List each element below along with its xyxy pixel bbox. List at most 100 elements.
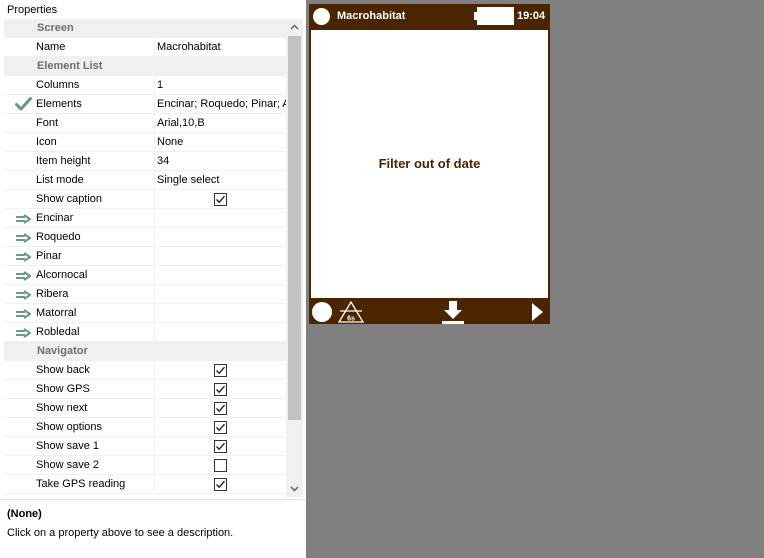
- property-name: Item height: [36, 155, 91, 167]
- arrow-icon: [16, 233, 32, 243]
- property-row-show-back[interactable]: Show back: [4, 361, 286, 380]
- properties-title: Properties: [7, 4, 58, 16]
- property-row-elements[interactable]: Elements Encinar; Roquedo; Pinar; A: [4, 95, 286, 114]
- column-separator: [154, 475, 155, 494]
- row-margin: [4, 247, 32, 266]
- property-row-matorral[interactable]: Matorral: [4, 304, 286, 323]
- checkmark-icon: [216, 195, 226, 204]
- property-row-show-save-1[interactable]: Show save 1: [4, 437, 286, 456]
- row-margin: [4, 323, 32, 342]
- property-row-pinar[interactable]: Pinar: [4, 247, 286, 266]
- row-margin: [4, 437, 32, 456]
- column-separator: [154, 418, 155, 437]
- description-pane: (None) Click on a property above to see …: [0, 499, 306, 558]
- row-margin: [4, 171, 32, 190]
- arrow-icon: [16, 214, 32, 224]
- property-checkbox[interactable]: [214, 383, 227, 396]
- category-navigator[interactable]: Navigator: [4, 342, 286, 361]
- gps-interval-label: 6s: [347, 316, 355, 323]
- back-circle-icon[interactable]: [312, 302, 332, 322]
- row-margin: [4, 209, 32, 228]
- row-margin: [4, 133, 32, 152]
- property-name: Roquedo: [36, 231, 81, 243]
- property-row-roquedo[interactable]: Roquedo: [4, 228, 286, 247]
- property-checkbox[interactable]: [214, 193, 227, 206]
- property-checkbox[interactable]: [214, 364, 227, 377]
- row-margin: [4, 380, 32, 399]
- property-row-show-gps[interactable]: Show GPS: [4, 380, 286, 399]
- row-margin: [4, 57, 32, 76]
- property-row-show-options[interactable]: Show options: [4, 418, 286, 437]
- property-row-show-save-2[interactable]: Show save 2: [4, 456, 286, 475]
- filter-message: Filter out of date: [378, 156, 481, 171]
- row-margin: [4, 228, 32, 247]
- property-row-name[interactable]: Name Macrohabitat: [4, 38, 286, 57]
- property-row-show-caption[interactable]: Show caption: [4, 190, 286, 209]
- property-name: Show back: [36, 364, 90, 376]
- property-name: Name: [36, 41, 66, 53]
- category-element-list[interactable]: Element List: [4, 57, 286, 76]
- property-value[interactable]: Macrohabitat: [157, 41, 286, 54]
- checkmark-icon: [216, 442, 226, 451]
- property-checkbox[interactable]: [214, 402, 227, 415]
- property-checkbox[interactable]: [214, 440, 227, 453]
- row-margin: [4, 38, 32, 57]
- save-icon[interactable]: [441, 300, 465, 324]
- checkmark-icon: [216, 423, 226, 432]
- property-name: List mode: [36, 174, 84, 186]
- scroll-up-icon[interactable]: [290, 23, 299, 32]
- row-margin: [4, 95, 32, 114]
- property-name: Show next: [36, 402, 88, 414]
- property-name: Icon: [36, 136, 57, 148]
- property-row-robledal[interactable]: Robledal: [4, 323, 286, 342]
- property-row-font[interactable]: Font Arial,10,B: [4, 114, 286, 133]
- row-margin: [4, 304, 32, 323]
- property-row-show-next[interactable]: Show next: [4, 399, 286, 418]
- property-checkbox[interactable]: [214, 459, 227, 472]
- arrow-icon: [16, 309, 32, 319]
- category-label: Screen: [37, 22, 74, 34]
- property-row-item-height[interactable]: Item height 34: [4, 152, 286, 171]
- checkmark-icon: [216, 404, 226, 413]
- scroll-down-icon[interactable]: [290, 484, 299, 493]
- row-margin: [4, 475, 32, 494]
- next-arrow-icon[interactable]: [531, 302, 544, 322]
- check-icon: [15, 97, 32, 111]
- property-row-icon[interactable]: Icon None: [4, 133, 286, 152]
- checkmark-icon: [216, 366, 226, 375]
- property-value[interactable]: None: [157, 136, 286, 149]
- category-screen[interactable]: Screen: [4, 19, 286, 38]
- property-value[interactable]: 1: [157, 79, 286, 92]
- column-separator: [154, 456, 155, 475]
- column-separator: [154, 304, 155, 323]
- column-separator: [154, 171, 155, 190]
- scrollbar-thumb[interactable]: [288, 36, 301, 420]
- property-value[interactable]: Single select: [157, 174, 286, 187]
- row-margin: [4, 342, 32, 361]
- property-row-alcornocal[interactable]: Alcornocal: [4, 266, 286, 285]
- property-row-encinar[interactable]: Encinar: [4, 209, 286, 228]
- property-row-take-gps-reading[interactable]: Take GPS reading: [4, 475, 286, 494]
- property-name: Show options: [36, 421, 103, 433]
- property-value[interactable]: 34: [157, 155, 286, 168]
- arrow-icon: [16, 290, 32, 300]
- circle-menu-icon[interactable]: [313, 8, 330, 25]
- property-name: Matorral: [36, 307, 77, 319]
- row-margin: [4, 266, 32, 285]
- gps-icon[interactable]: 6s: [338, 301, 364, 323]
- column-separator: [154, 228, 155, 247]
- property-grid-scrollbar[interactable]: [286, 19, 303, 497]
- property-value[interactable]: Encinar; Roquedo; Pinar; A: [157, 98, 286, 111]
- device-title: Macrohabitat: [337, 10, 406, 22]
- property-value[interactable]: Arial,10,B: [157, 117, 286, 130]
- column-separator: [154, 95, 155, 114]
- column-separator: [154, 190, 155, 209]
- property-checkbox[interactable]: [214, 478, 227, 491]
- row-margin: [4, 152, 32, 171]
- property-row-columns[interactable]: Columns 1: [4, 76, 286, 95]
- property-row-list-mode[interactable]: List mode Single select: [4, 171, 286, 190]
- row-margin: [4, 190, 32, 209]
- property-row-ribera[interactable]: Ribera: [4, 285, 286, 304]
- property-checkbox[interactable]: [214, 421, 227, 434]
- checkmark-icon: [216, 480, 226, 489]
